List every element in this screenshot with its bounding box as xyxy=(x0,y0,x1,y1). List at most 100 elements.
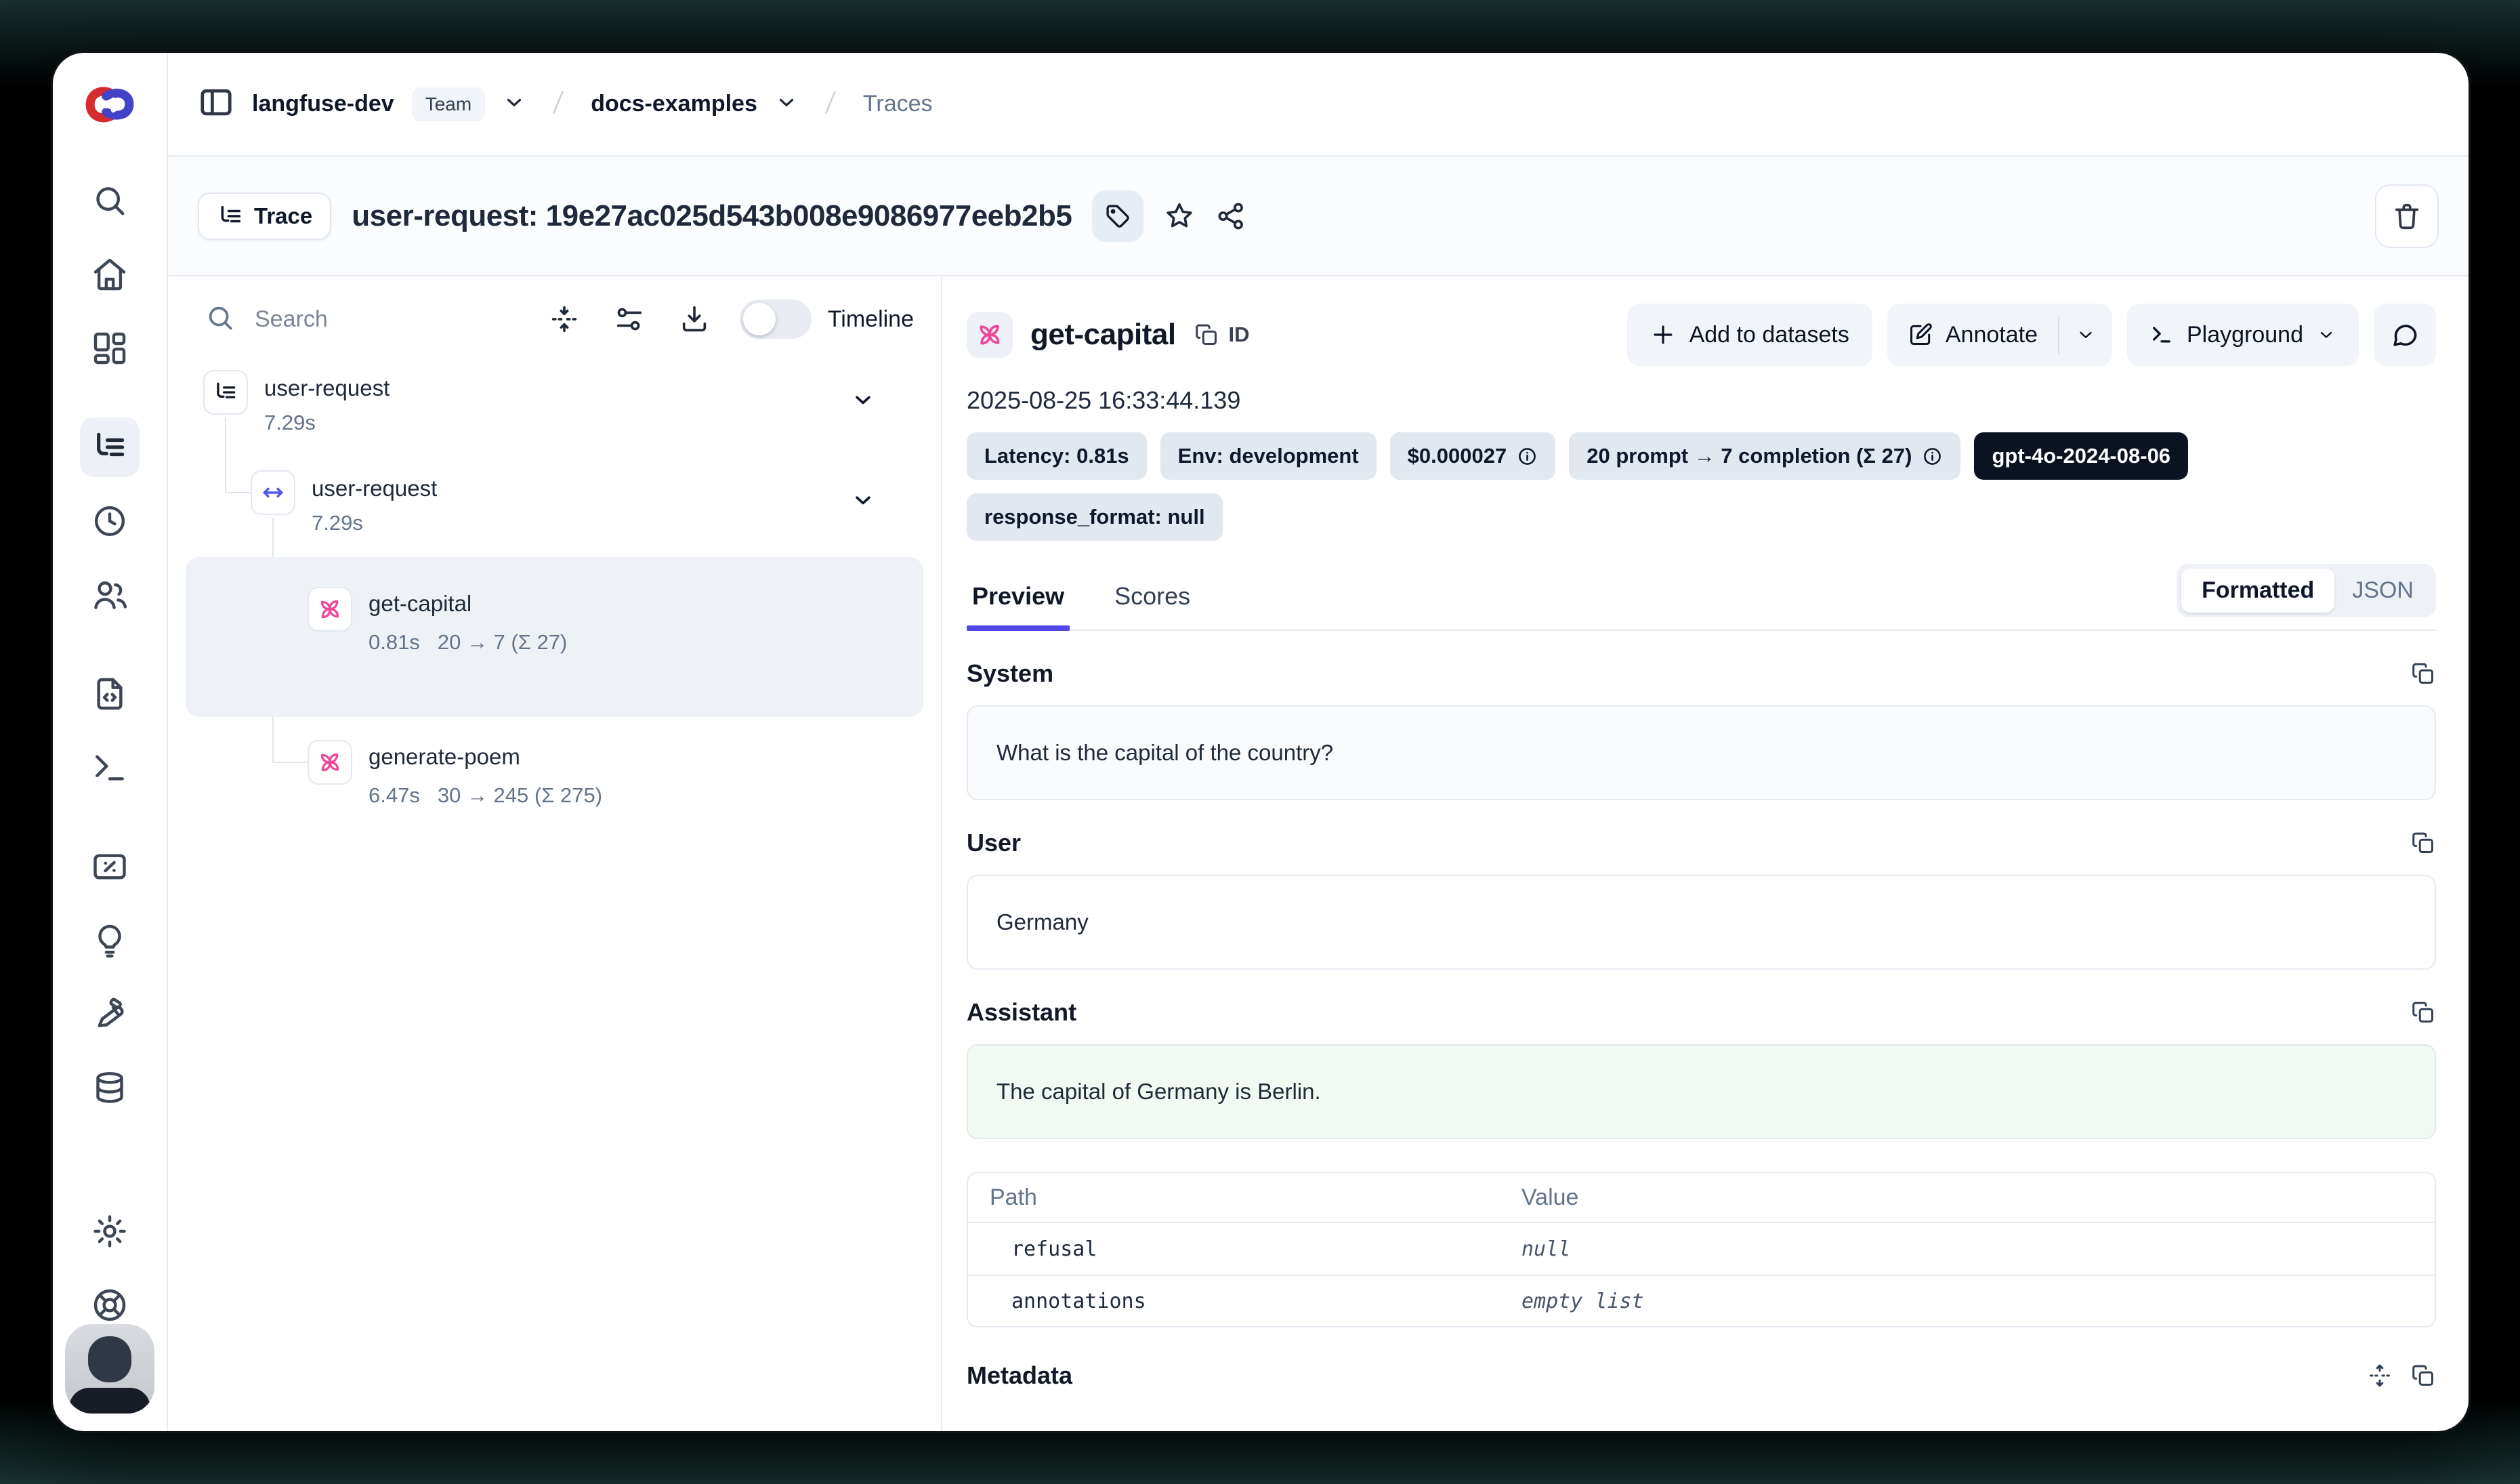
playground-chevron-down-icon xyxy=(2317,325,2336,344)
response-format-badge: response_format: null xyxy=(967,493,1223,541)
annotate-button[interactable]: Annotate xyxy=(1887,304,2058,366)
table-header-value: Value xyxy=(1500,1184,2435,1211)
bookmark-star-button[interactable] xyxy=(1164,201,1195,232)
tree-row-label[interactable]: get-capital xyxy=(369,591,471,617)
org-chevron-down-icon[interactable] xyxy=(503,91,526,117)
env-badge: Env: development xyxy=(1160,432,1377,480)
rail-datasets-database-icon[interactable] xyxy=(80,1058,140,1118)
system-section-header: System xyxy=(967,659,2436,688)
copy-icon[interactable] xyxy=(2410,830,2436,856)
observation-title: get-capital xyxy=(1030,318,1176,352)
badges-row: Latency: 0.81s Env: development $0.00002… xyxy=(967,432,2389,541)
rail-dashboard-icon[interactable] xyxy=(80,318,140,378)
info-icon[interactable] xyxy=(1517,446,1538,467)
user-heading: User xyxy=(967,829,1021,857)
metadata-section-header: Metadata xyxy=(967,1361,2436,1390)
info-icon[interactable] xyxy=(1922,446,1943,467)
playground-button[interactable]: Playground xyxy=(2127,304,2359,366)
assistant-message-box: The capital of Germany is Berlin. xyxy=(967,1044,2436,1139)
trace-chip-label: Trace xyxy=(254,203,312,229)
view-settings-icon[interactable] xyxy=(614,304,645,335)
rail-playground-terminal-icon[interactable] xyxy=(80,738,140,798)
plus-icon xyxy=(1650,322,1676,348)
trace-title: user-request: 19e27ac025d543b008e9086977… xyxy=(352,199,1072,233)
observation-timestamp: 2025-08-25 16:33:44.139 xyxy=(967,386,2436,415)
copy-icon[interactable] xyxy=(2410,999,2436,1025)
chat-bubble-icon xyxy=(2391,321,2419,349)
collapse-all-icon[interactable] xyxy=(549,304,580,335)
annotate-split-button: Annotate xyxy=(1887,304,2112,366)
breadcrumb-separator xyxy=(543,87,573,121)
model-badge[interactable]: gpt-4o-2024-08-06 xyxy=(1974,432,2188,480)
tree-row-label[interactable]: generate-poem xyxy=(369,744,520,770)
span-row-icon xyxy=(251,470,295,515)
download-icon[interactable] xyxy=(679,304,710,335)
add-to-datasets-button[interactable]: Add to datasets xyxy=(1627,304,1872,366)
tag-icon xyxy=(1104,202,1132,230)
span-tree: user-request 7.29s user-request 7.29s ge… xyxy=(168,356,941,1431)
rail-evals-lightbulb-icon[interactable] xyxy=(80,911,140,970)
tree-row-duration: 0.81s xyxy=(369,630,420,655)
system-message-box: What is the capital of the country? xyxy=(967,705,2436,800)
generation-row-icon xyxy=(308,740,352,785)
trace-title-bar: Trace user-request: 19e27ac025d543b008e9… xyxy=(168,157,2469,276)
tree-row-duration: 6.47s xyxy=(369,783,420,808)
project-chevron-down-icon[interactable] xyxy=(775,91,798,117)
copy-id-icon[interactable] xyxy=(1194,322,1219,348)
timeline-toggle[interactable] xyxy=(740,300,812,339)
breadcrumb-project[interactable]: docs-examples xyxy=(591,91,757,117)
tree-row-label[interactable]: user-request xyxy=(312,476,437,501)
user-avatar[interactable] xyxy=(65,1324,154,1414)
formatted-option[interactable]: Formatted xyxy=(2181,569,2334,613)
rail-annotation-clipboard-icon[interactable] xyxy=(80,985,140,1044)
rail-search-icon[interactable] xyxy=(80,171,140,230)
nav-rail xyxy=(53,53,168,1431)
tab-scores[interactable]: Scores xyxy=(1109,582,1196,630)
format-segmented-control: Formatted JSON xyxy=(2177,564,2436,617)
user-section-header: User xyxy=(967,829,2436,857)
observation-detail-panel: get-capital ID Add to datasets Annotate xyxy=(942,276,2469,1431)
tree-row-tokens: 20 → 7 (Σ 27) xyxy=(438,630,567,655)
rail-tracing-icon[interactable] xyxy=(80,417,140,477)
search-input[interactable]: Search xyxy=(255,306,515,333)
tag-button[interactable] xyxy=(1092,190,1143,242)
table-row: refusal null xyxy=(968,1223,2435,1275)
assistant-section-header: Assistant xyxy=(967,998,2436,1027)
sidebar-toggle-icon[interactable] xyxy=(198,84,234,124)
rail-home-icon[interactable] xyxy=(80,245,140,304)
tree-row-duration: 7.29s xyxy=(312,511,363,535)
edit-pen-icon xyxy=(1908,322,1933,348)
table-row: annotations empty list xyxy=(968,1275,2435,1326)
trace-tree-icon xyxy=(217,203,244,230)
delete-trace-button[interactable] xyxy=(2375,184,2439,248)
rail-scores-icon[interactable] xyxy=(80,837,140,896)
copy-icon[interactable] xyxy=(2410,1363,2436,1388)
metadata-heading: Metadata xyxy=(967,1361,1072,1390)
tree-row-label[interactable]: user-request xyxy=(264,375,390,401)
row-chevron-down-icon[interactable] xyxy=(851,488,875,516)
langfuse-logo[interactable] xyxy=(53,53,167,157)
main-area: langfuse-dev Team docs-examples Traces T… xyxy=(168,53,2469,1431)
rail-sessions-clock-icon[interactable] xyxy=(80,491,140,551)
breadcrumb-org[interactable]: langfuse-dev xyxy=(252,91,394,117)
app-window: langfuse-dev Team docs-examples Traces T… xyxy=(53,53,2469,1431)
share-button[interactable] xyxy=(1215,201,1246,232)
tree-toolbar: Search Timeline xyxy=(205,300,914,339)
row-chevron-down-icon[interactable] xyxy=(851,388,875,415)
latency-badge: Latency: 0.81s xyxy=(967,432,1147,480)
annotate-dropdown-chevron[interactable] xyxy=(2059,304,2112,366)
json-option[interactable]: JSON xyxy=(2334,569,2431,613)
breadcrumb-separator xyxy=(816,87,845,121)
share-icon xyxy=(1215,201,1246,232)
rail-prompts-file-code-icon[interactable] xyxy=(80,664,140,724)
expand-vertical-icon[interactable] xyxy=(2367,1363,2393,1388)
rail-settings-gear-icon[interactable] xyxy=(80,1201,140,1261)
copy-icon[interactable] xyxy=(2410,661,2436,686)
trace-tree-panel: Search Timeline user-reques xyxy=(168,276,942,1431)
tab-preview[interactable]: Preview xyxy=(967,582,1070,630)
comments-button[interactable] xyxy=(2374,304,2436,366)
rail-users-icon[interactable] xyxy=(80,565,140,625)
breadcrumb-page[interactable]: Traces xyxy=(863,91,933,117)
id-label: ID xyxy=(1229,323,1250,347)
generation-icon xyxy=(967,312,1013,358)
